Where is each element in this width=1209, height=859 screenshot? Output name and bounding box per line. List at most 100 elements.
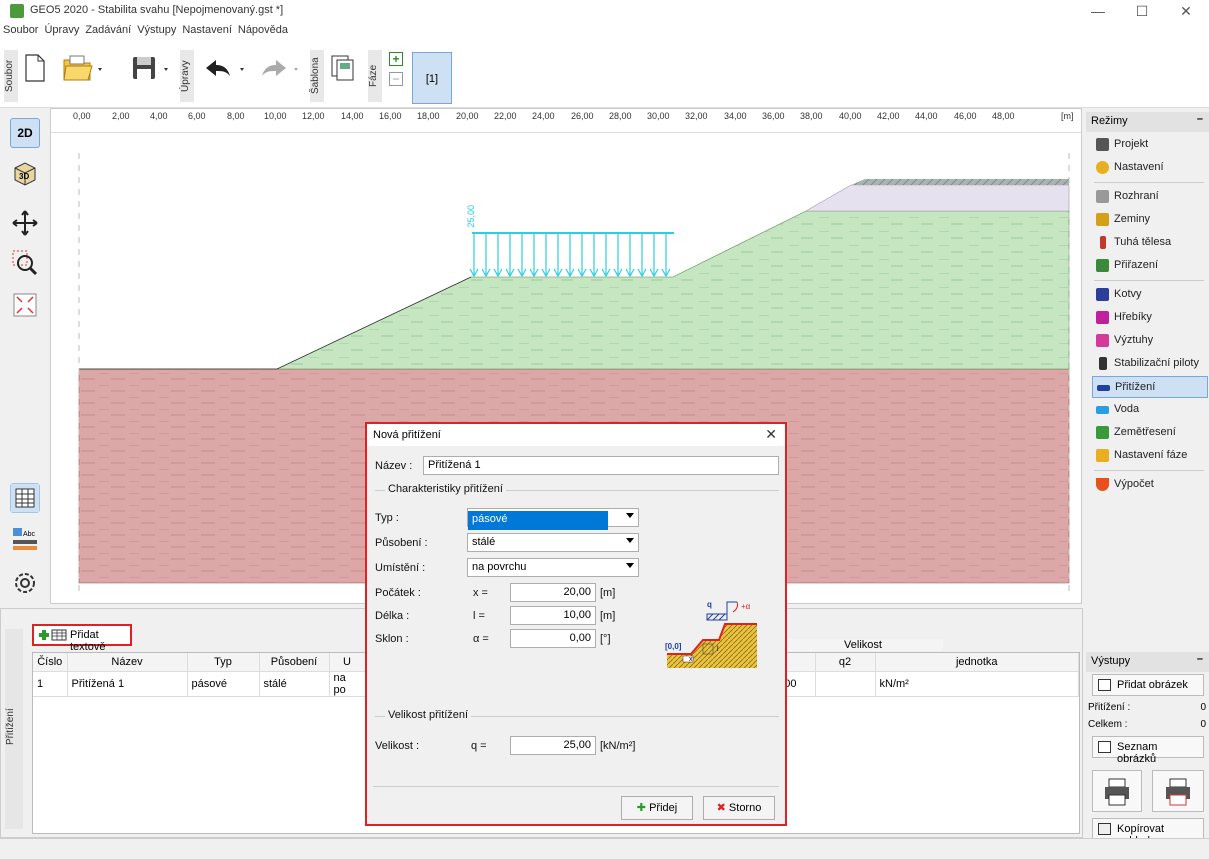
- mode-label: Přiřazení: [1114, 259, 1159, 271]
- close-button[interactable]: ✕: [1164, 0, 1208, 22]
- rezimy-title: Režimy: [1091, 115, 1128, 127]
- settings-icon[interactable]: [10, 568, 40, 598]
- mode-pritizeni[interactable]: Přitížení: [1092, 376, 1208, 398]
- new-file-icon[interactable]: [24, 54, 46, 82]
- mode-label: Výpočet: [1114, 478, 1154, 490]
- ruler-tick: 38,00: [800, 111, 823, 121]
- ruler-tick: 24,00: [532, 111, 555, 121]
- nazev-input[interactable]: Přitížená 1: [423, 456, 779, 475]
- add-text-button[interactable]: Přidat textově: [32, 624, 132, 653]
- fit-to-screen-icon[interactable]: [10, 290, 40, 320]
- mode-nastaveni-faze[interactable]: Nastavení fáze: [1092, 445, 1208, 467]
- maximize-button[interactable]: ☐: [1120, 0, 1164, 22]
- menu-nastaveni[interactable]: Nastavení: [179, 22, 235, 38]
- phase-1-button[interactable]: [1]: [412, 52, 452, 104]
- view-2d-button[interactable]: 2D: [10, 118, 40, 148]
- dialog-title: Nová přitížení: [373, 429, 441, 441]
- surcharge-icon: [1097, 385, 1110, 391]
- template-icon[interactable]: [330, 54, 356, 82]
- print-button[interactable]: [1092, 770, 1142, 812]
- col-nazev[interactable]: Název: [67, 653, 188, 672]
- cancel-button[interactable]: ✖ Storno: [703, 796, 775, 820]
- add-image-button[interactable]: Přidat obrázek: [1092, 674, 1204, 696]
- sklon-input[interactable]: 0,00: [510, 629, 596, 648]
- mode-stabilizacni-piloty[interactable]: Stabilizační piloty: [1092, 353, 1208, 375]
- mode-kotvy[interactable]: Kotvy: [1092, 284, 1208, 306]
- add-button[interactable]: ✚ Přidej: [621, 796, 693, 820]
- mode-zemetreseni[interactable]: Zemětřesení: [1092, 422, 1208, 444]
- col-umisteni[interactable]: U: [329, 653, 366, 672]
- separator: [1094, 182, 1204, 183]
- delka-input[interactable]: 10,00: [510, 606, 596, 625]
- collapse-icon[interactable]: –: [1197, 653, 1203, 665]
- umisteni-select[interactable]: na povrchu: [467, 558, 639, 577]
- image-list-button[interactable]: Seznam obrázků: [1092, 736, 1204, 765]
- col-q2[interactable]: q2: [815, 653, 876, 672]
- ruler-tick: 34,00: [724, 111, 747, 121]
- velikost-header: Velikost: [783, 639, 943, 651]
- celkem-label: Celkem :: [1088, 719, 1128, 730]
- zoom-icon[interactable]: [10, 248, 40, 278]
- pocatek-input[interactable]: 20,00: [510, 583, 596, 602]
- menu-napoveda[interactable]: Nápověda: [235, 22, 291, 38]
- sketch-x-label: x: [689, 656, 693, 663]
- velikost-input[interactable]: 25,00: [510, 736, 596, 755]
- menu-upravy[interactable]: Úpravy: [41, 22, 82, 38]
- mode-tuha-telesa[interactable]: Tuhá tělesa: [1092, 232, 1208, 254]
- labels-icon[interactable]: Abc: [10, 524, 40, 554]
- pusobeni-label: Působení :: [375, 537, 428, 549]
- bottom-side-label: Přitížení: [5, 629, 23, 829]
- undo-icon[interactable]: [202, 56, 250, 80]
- add-phase-button[interactable]: +: [389, 52, 403, 66]
- toolbar-group-upravy: Úpravy: [180, 50, 194, 102]
- nazev-label: Název :: [375, 460, 413, 472]
- mode-rozhrani[interactable]: Rozhraní: [1092, 186, 1208, 208]
- dialog-close-icon[interactable]: ✕: [765, 426, 777, 443]
- pan-icon[interactable]: [10, 208, 40, 238]
- mode-vyztuhy[interactable]: Výztuhy: [1092, 330, 1208, 352]
- view-3d-button[interactable]: 3D: [10, 158, 40, 188]
- typ-select[interactable]: pásové: [467, 508, 639, 530]
- remove-phase-button[interactable]: −: [389, 72, 403, 86]
- vystupy-header: Výstupy –: [1086, 652, 1209, 672]
- print-export-button[interactable]: [1152, 770, 1204, 812]
- velikost-unit: [kN/m²]: [600, 740, 636, 752]
- mode-projekt[interactable]: Projekt: [1092, 134, 1208, 156]
- pusobeni-value: stálé: [472, 536, 496, 548]
- copy-view-button[interactable]: Kopírovat pohled: [1092, 818, 1204, 847]
- image-list-label: Seznam obrázků: [1117, 741, 1158, 765]
- nails-icon: [1096, 311, 1109, 324]
- mode-prirazeni[interactable]: Přiřazení: [1092, 255, 1208, 277]
- vystupy-title: Výstupy: [1091, 655, 1131, 667]
- col-cislo[interactable]: Číslo: [33, 653, 68, 672]
- mode-label: Tuhá tělesa: [1114, 236, 1172, 248]
- cell-typ: pásové: [187, 671, 260, 697]
- mode-zeminy[interactable]: Zeminy: [1092, 209, 1208, 231]
- mode-hrebiky[interactable]: Hřebíky: [1092, 307, 1208, 329]
- menu-bar: Soubor Úpravy Zadávání Výstupy Nastavení Nápo…: [0, 22, 1209, 40]
- table-view-icon[interactable]: [10, 483, 40, 513]
- menu-zadavani[interactable]: Zadávání: [82, 22, 134, 38]
- minimize-button[interactable]: —: [1076, 0, 1120, 22]
- open-file-icon[interactable]: [62, 54, 106, 82]
- menu-vystupy[interactable]: Výstupy: [134, 22, 179, 38]
- umisteni-value: na povrchu: [472, 561, 527, 573]
- pusobeni-select[interactable]: stálé: [467, 533, 639, 552]
- ruler: 0,00 2,00 4,00 6,00 8,00 10,00 12,00 14,…: [51, 109, 1081, 133]
- redo-icon[interactable]: [258, 56, 306, 80]
- mode-voda[interactable]: Voda: [1092, 399, 1208, 421]
- pritizeni-count-row: Přitížení : 0: [1088, 702, 1206, 713]
- anchors-icon: [1096, 288, 1109, 301]
- col-jednotka[interactable]: jednotka: [875, 653, 1079, 672]
- save-icon[interactable]: [130, 54, 174, 82]
- collapse-icon[interactable]: –: [1197, 113, 1203, 125]
- menu-soubor[interactable]: Soubor: [0, 22, 41, 38]
- pocatek-unit: [m]: [600, 587, 616, 599]
- col-pusobeni[interactable]: Působení: [259, 653, 330, 672]
- mode-nastaveni[interactable]: Nastavení: [1092, 157, 1208, 179]
- ruler-tick: 22,00: [494, 111, 517, 121]
- col-typ[interactable]: Typ: [187, 653, 260, 672]
- mode-vypocet[interactable]: Výpočet: [1092, 474, 1208, 496]
- analysis-icon: [1096, 478, 1109, 491]
- sklon-unit: [°]: [600, 633, 611, 645]
